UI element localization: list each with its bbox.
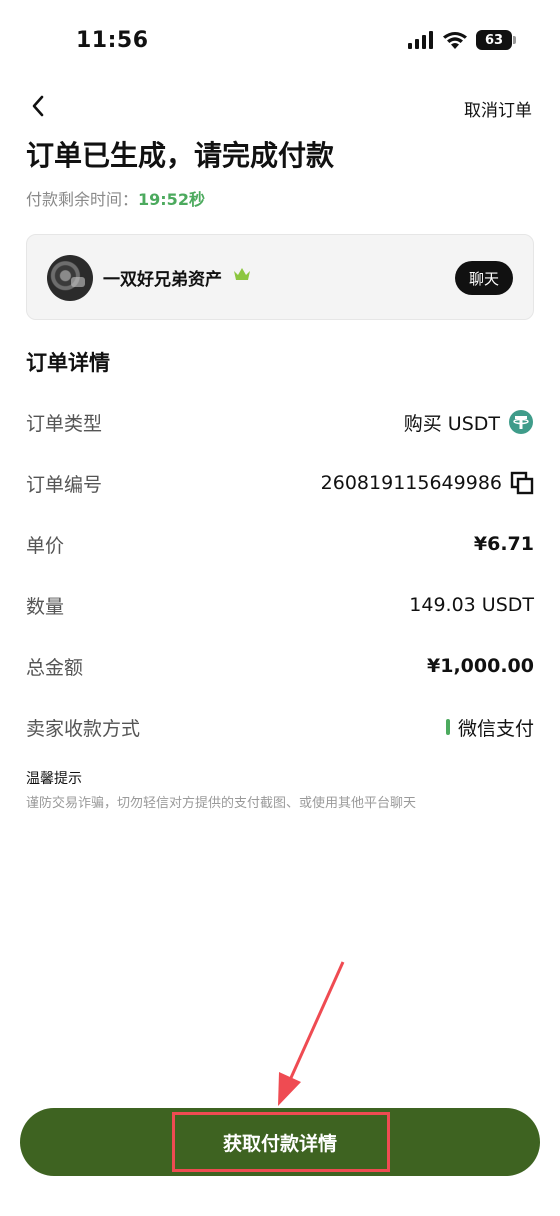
order-number-value: 260819115649986: [320, 472, 502, 494]
back-button[interactable]: [24, 92, 52, 120]
quantity-value: 149.03 USDT: [409, 594, 534, 616]
order-row-type: 订单类型 购买 USDT: [26, 402, 534, 442]
order-row-total: 总金额 ¥1,000.00: [26, 646, 534, 686]
price-value: ¥6.71: [473, 533, 534, 555]
primary-button-label: 获取付款详情: [222, 1132, 337, 1155]
page-title: 订单已生成，请完成付款: [26, 139, 335, 172]
payment-timer: 付款剩余时间：19:52秒: [26, 186, 205, 210]
copy-icon[interactable]: [510, 471, 534, 495]
seller-name: 一双好兄弟资产: [103, 270, 222, 290]
get-payment-details-button[interactable]: 获取付款详情: [20, 1108, 540, 1176]
row-value: 购买 USDT: [404, 409, 534, 436]
wifi-icon: [443, 31, 467, 49]
chat-button[interactable]: 聊天: [455, 261, 513, 295]
row-value: 260819115649986: [321, 471, 534, 495]
order-row-price: 单价 ¥6.71: [26, 524, 534, 564]
order-row-quantity: 数量 149.03 USDT: [26, 585, 534, 625]
row-label: 订单编号: [26, 473, 103, 496]
timer-value: 19:52秒: [138, 190, 205, 209]
signal-icon: [408, 31, 433, 49]
seller-card: 一双好兄弟资产 聊天: [26, 234, 534, 320]
order-row-number: 订单编号 260819115649986: [26, 463, 534, 503]
order-row-payment-method: 卖家收款方式 微信支付: [26, 707, 534, 747]
payment-method-value: 微信支付: [457, 717, 534, 740]
status-bar: 11:56 63: [0, 0, 560, 80]
row-label: 数量: [26, 595, 65, 618]
avatar: [47, 255, 93, 301]
tips-title: 温馨提示: [26, 771, 82, 787]
row-value: 微信支付: [445, 714, 534, 741]
status-icons: 63: [408, 30, 516, 50]
crown-icon: [234, 268, 250, 280]
row-label: 订单类型: [26, 412, 103, 435]
chevron-left-icon: [32, 95, 44, 117]
battery-indicator: 63: [476, 30, 516, 50]
row-label: 总金额: [26, 656, 84, 679]
order-type-value: 购买 USDT: [403, 412, 500, 435]
total-value: ¥1,000.00: [427, 655, 534, 677]
section-title: 订单详情: [26, 351, 110, 375]
timer-label: 付款剩余时间：: [26, 190, 139, 209]
tether-icon: [509, 410, 533, 434]
tips-body: 谨防交易诈骗，切勿轻信对方提供的支付截图、或使用其他平台聊天: [26, 796, 417, 811]
payment-method-indicator: [445, 719, 450, 735]
row-label: 单价: [26, 534, 65, 557]
cancel-order-button[interactable]: 取消订单: [464, 96, 532, 121]
row-label: 卖家收款方式: [26, 717, 141, 740]
status-time: 11:56: [76, 28, 149, 53]
